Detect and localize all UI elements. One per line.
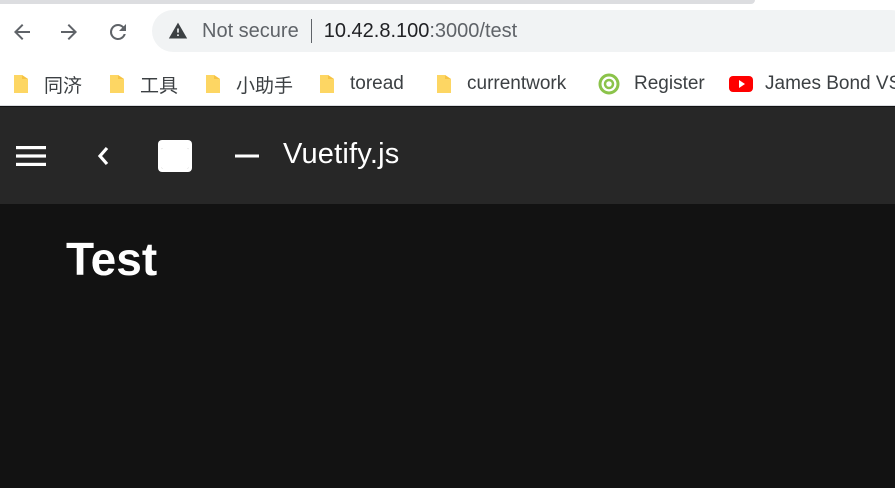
folder-icon	[110, 75, 124, 93]
main-content: Test	[0, 204, 895, 488]
bookmark-item[interactable]: James Bond VS	[729, 70, 895, 98]
youtube-icon	[729, 76, 753, 92]
bookmark-label: 同济	[44, 75, 83, 97]
address-separator	[310, 19, 312, 43]
url-path[interactable]: :3000/test	[429, 20, 517, 43]
forward-button[interactable]	[51, 14, 87, 50]
window-button[interactable]	[154, 136, 196, 176]
bookmark-label: currentwork	[467, 73, 567, 94]
arrow-left-icon	[14, 24, 30, 40]
address-bar[interactable]: Not secure 10.42.8.100:3000/test	[152, 10, 895, 52]
chevron-left-icon	[97, 146, 109, 166]
warning-triangle-icon[interactable]	[168, 21, 188, 41]
folder-icon	[206, 75, 220, 93]
reload-icon	[110, 24, 126, 40]
bookmarks-bar: 同济 工具 小助手 toread currentwork Register Ja…	[0, 62, 895, 106]
bookmark-item[interactable]: 工具	[108, 70, 178, 98]
bookmark-label: 工具	[140, 75, 179, 97]
bookmark-item[interactable]: Register	[598, 70, 705, 98]
hamburger-menu-icon	[16, 146, 46, 166]
register-site-icon	[598, 73, 620, 95]
bookmark-item[interactable]: currentwork	[435, 70, 566, 98]
menu-button[interactable]	[10, 137, 52, 175]
bookmark-label: James Bond VS	[765, 73, 895, 94]
app-bar-title: Vuetify.js	[283, 138, 400, 170]
reload-button[interactable]	[100, 14, 136, 50]
browser-toolbar: Not secure 10.42.8.100:3000/test	[0, 0, 895, 62]
minimize-button[interactable]	[228, 137, 266, 175]
folder-icon	[14, 75, 28, 93]
bookmark-item[interactable]: 小助手	[204, 70, 293, 98]
folder-icon	[437, 75, 451, 93]
folder-icon	[320, 75, 334, 93]
bookmark-label: 小助手	[236, 75, 294, 97]
url-host[interactable]: 10.42.8.100	[324, 20, 430, 43]
back-button[interactable]	[4, 14, 40, 50]
tab-strip-edge	[0, 0, 755, 4]
app-bar: Vuetify.js	[0, 107, 895, 204]
security-status-label[interactable]: Not secure	[202, 20, 299, 43]
bookmark-label: toread	[350, 73, 404, 94]
bookmark-item[interactable]: 同济	[12, 70, 82, 98]
bookmark-item[interactable]: toread	[318, 70, 404, 98]
page-heading: Test	[66, 233, 158, 285]
bookmark-label: Register	[634, 73, 705, 94]
window-icon	[158, 140, 192, 172]
back-nav-button[interactable]	[84, 137, 122, 175]
arrow-right-icon	[61, 24, 77, 40]
minus-icon	[235, 154, 259, 158]
